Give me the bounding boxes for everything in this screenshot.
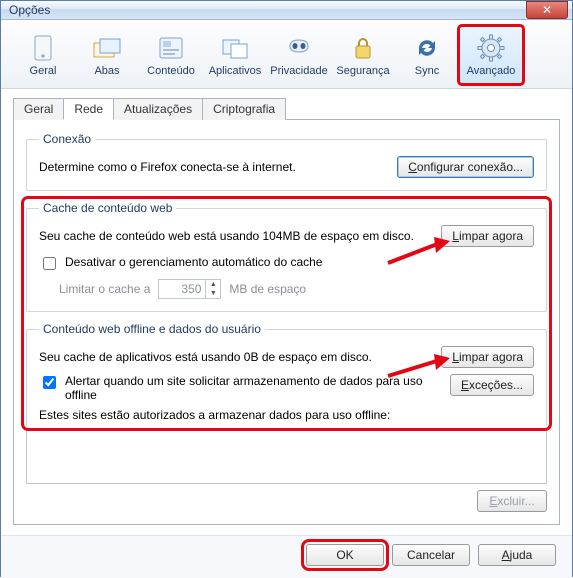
- toolbar-label: Conteúdo: [147, 65, 195, 77]
- clear-webcache-button[interactable]: Limpar agora: [441, 225, 534, 247]
- offline-status: Seu cache de aplicativos está usando 0B …: [39, 350, 372, 364]
- titlebar: Opções ✕: [1, 1, 572, 20]
- lock-icon: [348, 34, 378, 62]
- exclude-site-button[interactable]: Excluir...: [477, 490, 547, 512]
- limit-cache-suffix: MB de espaço: [229, 282, 306, 296]
- gear-icon: [476, 34, 506, 62]
- toolbar-label: Aplicativos: [209, 65, 262, 77]
- toolbar-privacy[interactable]: Privacidade: [267, 26, 331, 84]
- disable-auto-cache-checkbox[interactable]: Desativar o gerenciamento automático do …: [39, 255, 534, 273]
- toolbar-label: Abas: [94, 65, 119, 77]
- content-icon: [156, 34, 186, 62]
- cancel-button[interactable]: Cancelar: [392, 544, 470, 566]
- configure-connection-button[interactable]: Configurar conexão...: [397, 156, 534, 178]
- toolbar-label: Geral: [30, 65, 57, 77]
- privacy-icon: [284, 34, 314, 62]
- toolbar-content[interactable]: Conteúdo: [139, 26, 203, 84]
- tab-network[interactable]: Rede: [63, 98, 114, 120]
- help-button[interactable]: Ajuda: [478, 544, 556, 566]
- sync-icon: [412, 34, 442, 62]
- connection-desc: Determine como o Firefox conecta-se à in…: [39, 160, 296, 174]
- alert-offline-input[interactable]: [43, 376, 56, 389]
- tab-body: Conexão Determine como o Firefox conecta…: [13, 119, 560, 525]
- category-toolbar: Geral Abas Conteúdo Aplicativos Privacid…: [1, 20, 572, 89]
- subtab-strip: Geral Rede Atualizações Criptografia: [13, 97, 560, 119]
- exceptions-button[interactable]: Exceções...: [450, 374, 534, 396]
- webcache-legend: Cache de conteúdo web: [39, 201, 176, 215]
- close-icon: ✕: [542, 4, 552, 16]
- toolbar-sync[interactable]: Sync: [395, 26, 459, 84]
- cache-limit-input[interactable]: [159, 281, 205, 297]
- toolbar-tabs[interactable]: Abas: [75, 26, 139, 84]
- general-icon: [28, 34, 58, 62]
- toolbar-label: Avançado: [467, 65, 516, 77]
- offline-legend: Conteúdo web offline e dados do usuário: [39, 322, 265, 336]
- window-title: Opções: [9, 3, 50, 17]
- connection-legend: Conexão: [39, 132, 95, 146]
- chevron-up-icon[interactable]: ▲: [206, 280, 220, 289]
- offline-group: Conteúdo web offline e dados do usuário …: [26, 322, 547, 426]
- alert-offline-checkbox[interactable]: Alertar quando um site solicitar armazen…: [39, 374, 439, 402]
- toolbar-applications[interactable]: Aplicativos: [203, 26, 267, 84]
- highlighted-cache-section: Cache de conteúdo web Seu cache de conte…: [26, 201, 547, 426]
- content-area: Geral Rede Atualizações Criptografia Con…: [1, 89, 572, 535]
- webcache-group: Cache de conteúdo web Seu cache de conte…: [26, 201, 547, 312]
- tabs-icon: [92, 34, 122, 62]
- allowed-sites-label: Estes sites estão autorizados a armazena…: [39, 408, 390, 422]
- tab-encryption[interactable]: Criptografia: [202, 98, 286, 120]
- dialog-footer: OK Cancelar Ajuda: [1, 535, 572, 578]
- ok-button[interactable]: OK: [306, 544, 384, 566]
- tab-general[interactable]: Geral: [13, 98, 64, 120]
- toolbar-security[interactable]: Segurança: [331, 26, 395, 84]
- disable-auto-cache-input[interactable]: [43, 257, 56, 270]
- toolbar-label: Segurança: [336, 65, 389, 77]
- offline-sites-listbox[interactable]: [26, 430, 547, 484]
- toolbar-label: Privacidade: [270, 65, 327, 77]
- cache-limit-spinner[interactable]: ▲▼: [158, 279, 221, 299]
- tab-updates[interactable]: Atualizações: [113, 98, 203, 120]
- toolbar-label: Sync: [415, 65, 439, 77]
- connection-group: Conexão Determine como o Firefox conecta…: [26, 132, 547, 191]
- applications-icon: [220, 34, 250, 62]
- chevron-down-icon[interactable]: ▼: [206, 289, 220, 298]
- toolbar-advanced[interactable]: Avançado: [459, 26, 523, 84]
- options-window: Opções ✕ Geral Abas Conteúdo: [0, 0, 573, 577]
- window-close-button[interactable]: ✕: [526, 1, 568, 19]
- limit-cache-label: Limitar o cache a: [59, 282, 150, 296]
- clear-appcache-button[interactable]: Limpar agora: [441, 346, 534, 368]
- webcache-status: Seu cache de conteúdo web está usando 10…: [39, 229, 414, 243]
- toolbar-general[interactable]: Geral: [11, 26, 75, 84]
